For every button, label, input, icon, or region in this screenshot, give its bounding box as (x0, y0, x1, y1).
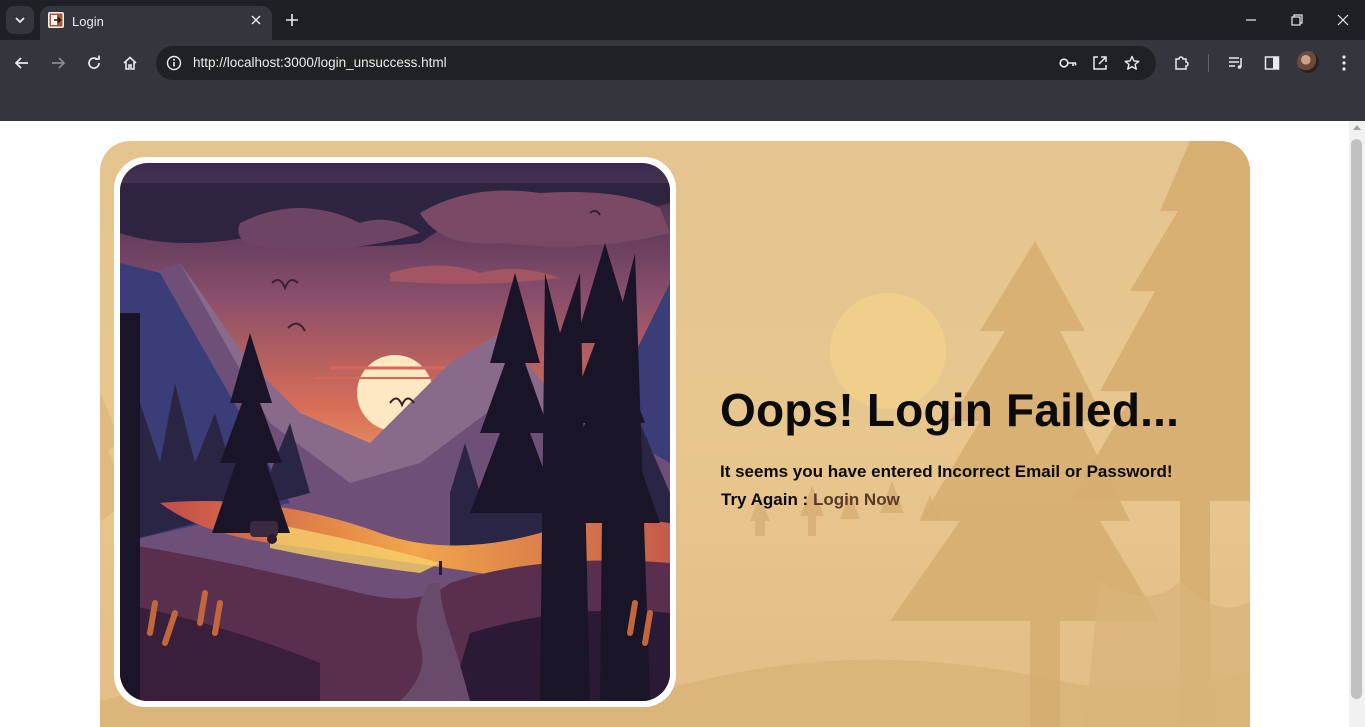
kebab-menu-icon[interactable] (1333, 52, 1355, 74)
key-icon[interactable] (1058, 53, 1078, 73)
address-bar[interactable]: http://localhost:3000/login_unsuccess.ht… (156, 46, 1156, 80)
close-icon[interactable] (248, 12, 264, 28)
scroll-thumb[interactable] (1351, 139, 1362, 699)
media-queue-icon[interactable] (1225, 52, 1247, 74)
profile-avatar[interactable] (1297, 51, 1319, 73)
page-title: Oops! Login Failed... (720, 384, 1180, 436)
page-scrollbar[interactable] (1349, 121, 1365, 727)
landscape-illustration (114, 157, 676, 707)
retry-line: Try Again : Login Now (721, 490, 900, 510)
login-failed-card: Oops! Login Failed... It seems you have … (100, 141, 1250, 727)
browser-tab-strip: Login (0, 0, 1365, 40)
bookmarks-bar (0, 86, 1365, 121)
sunset-mountain-image (120, 163, 670, 701)
chevron-down-icon[interactable] (6, 6, 34, 34)
side-panel-icon[interactable] (1261, 52, 1283, 74)
plus-icon[interactable] (282, 10, 302, 30)
login-now-link[interactable]: Login Now (813, 490, 900, 509)
close-window-icon[interactable] (1333, 10, 1353, 30)
browser-toolbar: http://localhost:3000/login_unsuccess.ht… (0, 40, 1365, 86)
restore-icon[interactable] (1287, 10, 1307, 30)
star-icon[interactable] (1122, 53, 1142, 73)
page-viewport: Oops! Login Failed... It seems you have … (0, 121, 1349, 727)
tab-title: Login (72, 14, 104, 29)
home-icon[interactable] (118, 51, 142, 75)
browser-tab[interactable]: Login (40, 6, 272, 40)
puzzle-icon[interactable] (1171, 52, 1193, 74)
scroll-up-arrow-icon[interactable] (1353, 125, 1361, 130)
toolbar-separator (1208, 54, 1209, 72)
minimize-icon[interactable] (1241, 10, 1261, 30)
url-text[interactable]: http://localhost:3000/login_unsuccess.ht… (193, 55, 447, 70)
login-favicon-icon (48, 12, 64, 28)
error-message: It seems you have entered Incorrect Emai… (720, 462, 1173, 481)
reload-icon[interactable] (82, 51, 106, 75)
arrow-left-icon[interactable] (10, 51, 34, 75)
arrow-right-icon[interactable] (46, 51, 70, 75)
info-icon[interactable] (163, 52, 185, 74)
retry-prefix: Try Again : (721, 490, 813, 509)
open-external-icon[interactable] (1090, 53, 1110, 73)
